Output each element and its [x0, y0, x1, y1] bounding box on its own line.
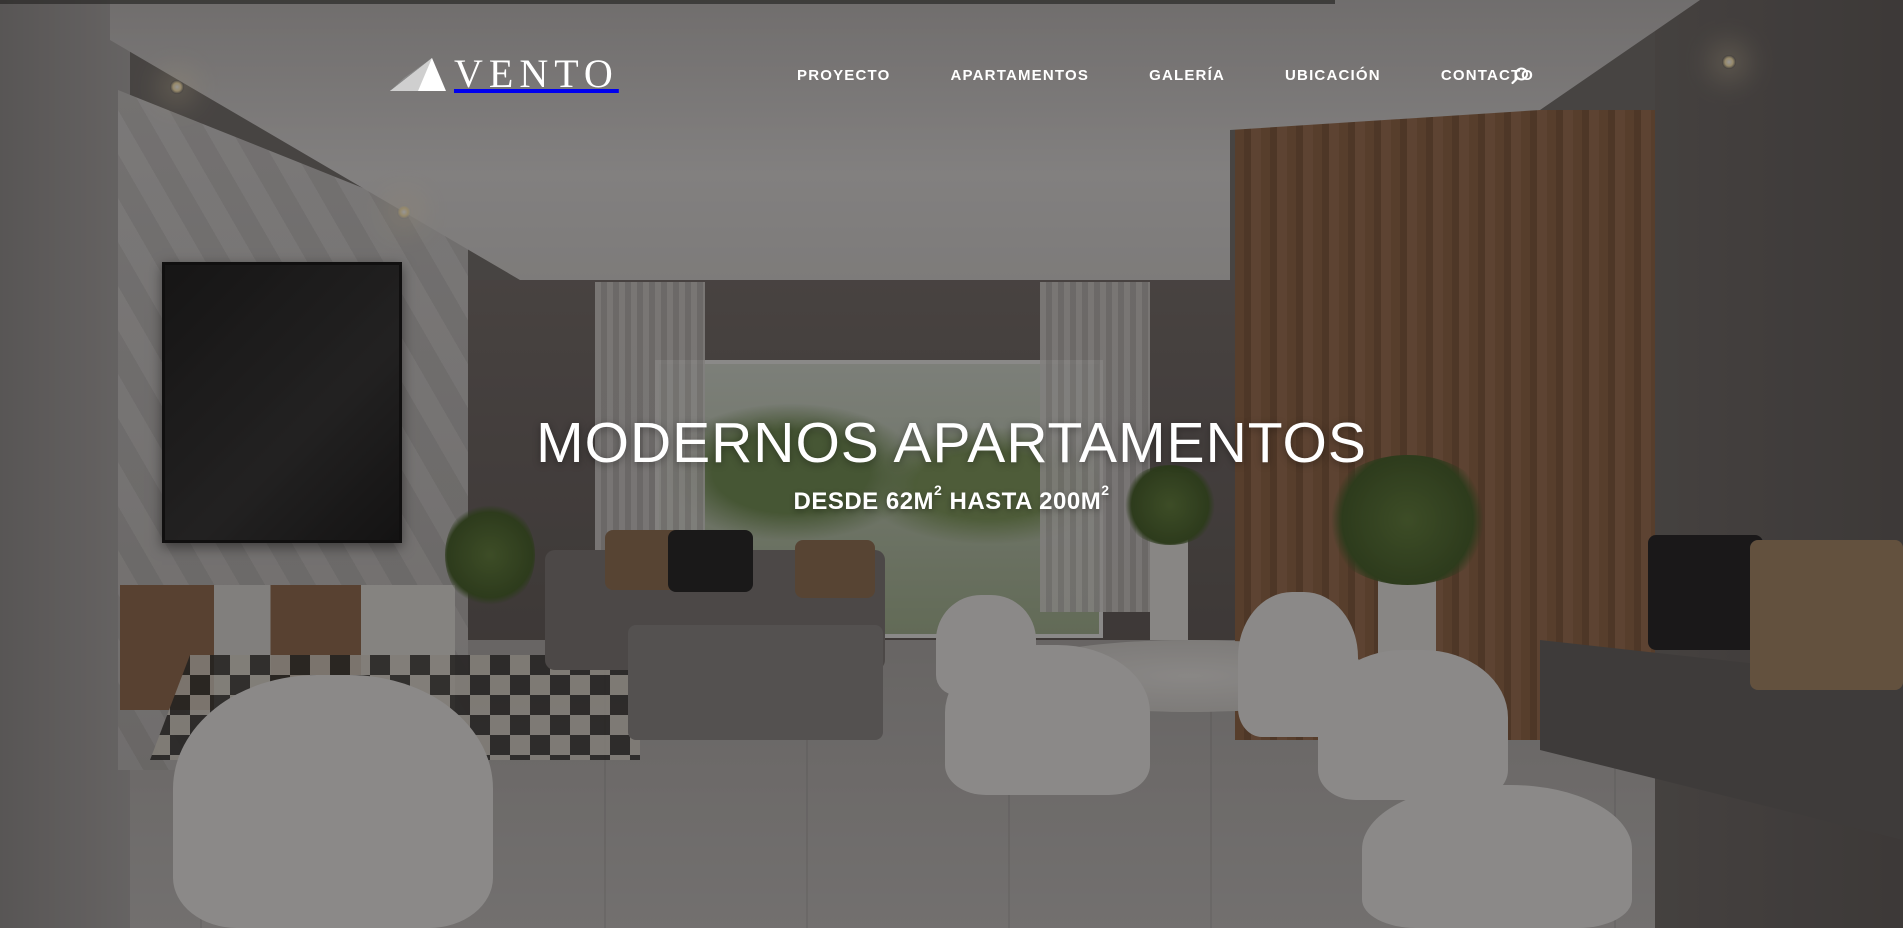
site-header: VENTO PROYECTO APARTAMENTOS GALERÍA UBIC… — [0, 0, 1903, 150]
hero-subtitle-from: DESDE 62M — [793, 488, 935, 515]
brand-name: VENTO — [454, 51, 619, 96]
logo-mark-icon — [390, 58, 446, 91]
superscript: 2 — [1101, 482, 1110, 498]
nav-item-ubicacion[interactable]: UBICACIÓN — [1285, 64, 1381, 88]
hero-subtitle: DESDE 62M2 HASTA 200M2 — [0, 482, 1903, 516]
main-navigation: PROYECTO APARTAMENTOS GALERÍA UBICACIÓN … — [797, 64, 1594, 88]
hero-title: MODERNOS APARTAMENTOS — [536, 411, 1367, 475]
brand-logo[interactable]: VENTO — [388, 50, 619, 98]
search-icon[interactable] — [1510, 66, 1530, 86]
hero-subtitle-to: HASTA 200M — [942, 488, 1102, 515]
nav-item-galeria[interactable]: GALERÍA — [1149, 64, 1225, 88]
nav-item-proyecto[interactable]: PROYECTO — [797, 64, 891, 88]
superscript: 2 — [934, 482, 943, 498]
nav-item-apartamentos[interactable]: APARTAMENTOS — [951, 64, 1090, 88]
